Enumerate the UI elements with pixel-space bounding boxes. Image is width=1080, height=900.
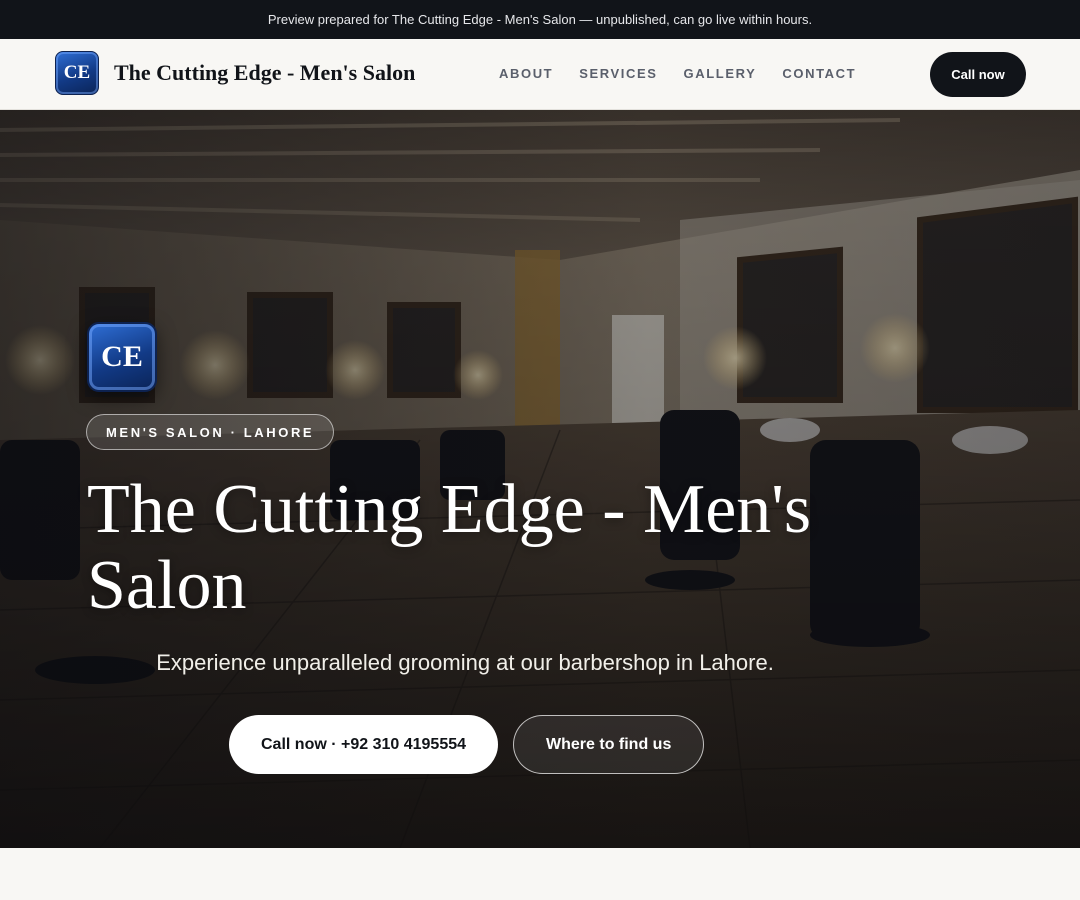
hero-actions: Call now · +92 310 4195554 Where to find… [229,715,705,774]
brand-name: The Cutting Edge - Men's Salon [114,60,416,85]
nav-link-gallery[interactable]: GALLERY [684,66,757,81]
brand-logo: CE [55,51,99,95]
hero-logo: CE [87,322,157,392]
next-section [0,848,1080,900]
main-nav: ABOUT SERVICES GALLERY CONTACT [499,66,856,81]
call-now-button[interactable]: Call now [930,52,1026,97]
hero-section: CE MEN'S SALON · LAHORE The Cutting Edge… [0,110,1080,848]
hero-title: The Cutting Edge - Men's Salon [87,471,812,624]
where-to-find-us-button[interactable]: Where to find us [513,715,705,774]
nav-link-services[interactable]: SERVICES [579,66,657,81]
site-header: CE The Cutting Edge - Men's Salon ABOUT … [0,39,1080,110]
nav-link-contact[interactable]: CONTACT [782,66,856,81]
hero-eyebrow: MEN'S SALON · LAHORE [86,414,335,450]
hero-subtitle: Experience unparalleled grooming at our … [156,650,774,675]
preview-banner-text: Preview prepared for The Cutting Edge - … [267,12,813,27]
nav-link-about[interactable]: ABOUT [499,66,553,81]
brand[interactable]: CE The Cutting Edge - Men's Salon [55,51,415,95]
call-phone-button[interactable]: Call now · +92 310 4195554 [229,715,499,774]
preview-banner: Preview prepared for The Cutting Edge - … [0,0,1080,39]
